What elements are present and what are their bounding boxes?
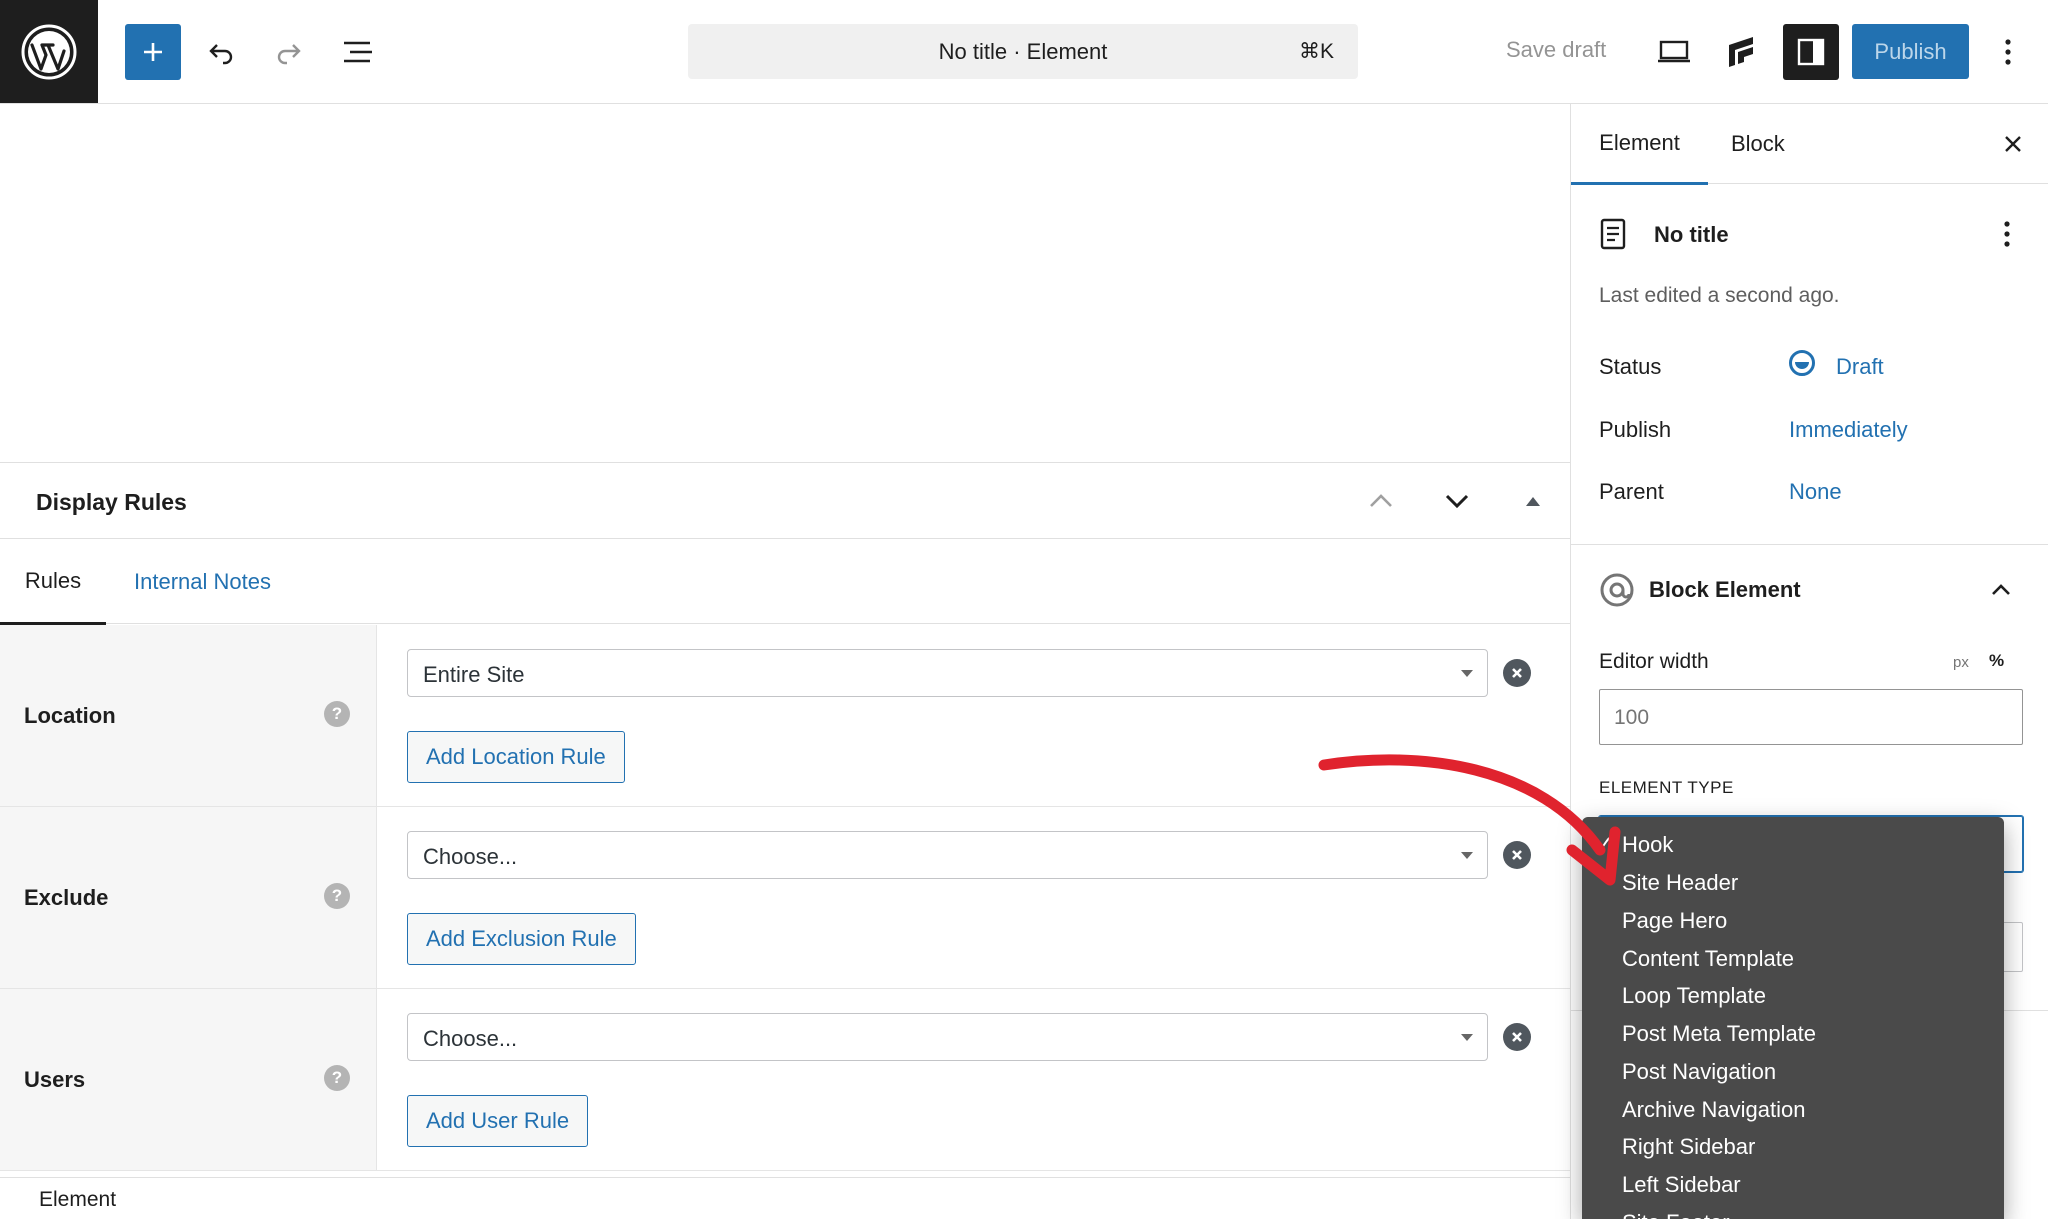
command-palette-bar[interactable]: No title · Element ⌘K bbox=[688, 24, 1358, 79]
add-user-rule-button[interactable]: Add User Rule bbox=[407, 1095, 589, 1147]
redo-button[interactable] bbox=[261, 24, 317, 80]
option-page-hero[interactable]: Page Hero bbox=[1622, 908, 1727, 934]
unit-px-toggle[interactable]: px bbox=[1953, 654, 1969, 671]
block-element-title: Block Element bbox=[1649, 577, 1801, 602]
dropdown-caret-icon bbox=[1461, 1034, 1473, 1041]
rules-tabs: Rules Internal Notes bbox=[0, 540, 1570, 625]
triangle-up-icon bbox=[1526, 497, 1540, 506]
option-archive-navigation[interactable]: Archive Navigation bbox=[1622, 1097, 1805, 1123]
remove-rule-icon[interactable] bbox=[1503, 1023, 1531, 1051]
select-value: Choose... bbox=[423, 844, 518, 869]
tab-rules[interactable]: Rules bbox=[0, 540, 106, 625]
undo-button[interactable] bbox=[193, 24, 249, 80]
tab-block[interactable]: Block bbox=[1731, 104, 1785, 184]
chevron-up-icon bbox=[1992, 584, 2010, 595]
option-site-header[interactable]: Site Header bbox=[1622, 870, 1738, 896]
document-overview-button[interactable] bbox=[330, 24, 386, 80]
settings-sidebar-icon bbox=[1797, 38, 1825, 66]
option-left-sidebar[interactable]: Left Sidebar bbox=[1622, 1172, 1741, 1198]
draft-status-icon bbox=[1789, 350, 1815, 376]
move-up-button[interactable] bbox=[1357, 477, 1405, 525]
rule-label-cell: Users ? bbox=[0, 989, 377, 1170]
view-button[interactable] bbox=[1646, 24, 1702, 80]
generatepress-icon bbox=[1729, 37, 1753, 67]
breadcrumb[interactable]: Element bbox=[39, 1188, 116, 1212]
option-right-sidebar[interactable]: Right Sidebar bbox=[1622, 1134, 1755, 1160]
rule-label: Users bbox=[24, 1067, 86, 1092]
option-post-meta-template[interactable]: Post Meta Template bbox=[1622, 1021, 1816, 1047]
collapse-block-element-button[interactable] bbox=[1981, 570, 2021, 610]
rule-label: Exclude bbox=[24, 885, 109, 910]
block-element-icon bbox=[1600, 573, 1634, 607]
add-location-rule-button[interactable]: Add Location Rule bbox=[407, 731, 625, 783]
add-block-button[interactable] bbox=[125, 24, 181, 80]
desktop-view-icon bbox=[1658, 40, 1690, 63]
option-post-navigation[interactable]: Post Navigation bbox=[1622, 1059, 1776, 1085]
select-value: Entire Site bbox=[423, 662, 525, 687]
document-icon bbox=[1600, 218, 1626, 250]
editor-footer: Element bbox=[0, 1177, 1570, 1219]
status-label: Status bbox=[1599, 354, 1662, 379]
remove-rule-icon[interactable] bbox=[1503, 659, 1531, 687]
publish-button[interactable]: Publish bbox=[1852, 24, 1969, 79]
tab-internal-notes[interactable]: Internal Notes bbox=[134, 540, 271, 624]
editor-width-input[interactable]: 100 bbox=[1599, 689, 2023, 745]
move-down-button[interactable] bbox=[1433, 477, 1481, 525]
annotation-arrow-icon bbox=[1318, 754, 1621, 886]
status-value[interactable]: Draft bbox=[1836, 354, 1884, 380]
dropdown-caret-icon bbox=[1461, 670, 1473, 677]
settings-button[interactable] bbox=[1783, 24, 1839, 80]
publish-value[interactable]: Immediately bbox=[1789, 417, 1908, 443]
users-rule-row: Users ? Choose... Add User Rule bbox=[0, 989, 1570, 1171]
chevron-up-icon bbox=[1370, 494, 1392, 507]
option-loop-template[interactable]: Loop Template bbox=[1622, 983, 1766, 1009]
help-icon[interactable]: ? bbox=[324, 883, 350, 909]
add-exclusion-rule-button[interactable]: Add Exclusion Rule bbox=[407, 913, 636, 965]
panel-title: Display Rules bbox=[36, 489, 187, 515]
parent-label: Parent bbox=[1599, 479, 1664, 504]
editor-width-label: Editor width bbox=[1599, 650, 1709, 673]
publish-label: Publish bbox=[1599, 417, 1672, 442]
collapse-panel-button[interactable] bbox=[1509, 477, 1557, 525]
list-view-icon bbox=[344, 41, 372, 63]
users-select[interactable]: Choose... bbox=[407, 1013, 1488, 1061]
sidebar-tabs: Element Block bbox=[1571, 104, 2048, 185]
help-icon[interactable]: ? bbox=[324, 1065, 350, 1091]
element-type-dropdown[interactable]: ✓ Hook Site Header Page Hero Content Tem… bbox=[1582, 817, 2004, 1219]
plus-icon bbox=[144, 43, 162, 61]
undo-icon bbox=[209, 44, 233, 65]
editor-width-value: 100 bbox=[1614, 706, 1650, 729]
document-title-label: No title bbox=[1654, 222, 1729, 247]
rule-label-cell: Exclude ? bbox=[0, 807, 377, 988]
unit-percent-toggle[interactable]: % bbox=[1989, 651, 2004, 671]
editor-toolbar: No title · Element ⌘K Save draft Publish bbox=[0, 0, 2048, 104]
redo-icon bbox=[277, 44, 301, 65]
divider bbox=[1571, 544, 2048, 545]
document-title: No title · Element bbox=[938, 39, 1108, 64]
document-actions-button[interactable] bbox=[1989, 214, 2025, 254]
chevron-down-icon bbox=[1445, 494, 1469, 509]
parent-value[interactable]: None bbox=[1789, 479, 1842, 505]
option-content-template[interactable]: Content Template bbox=[1622, 946, 1794, 972]
rule-label: Location bbox=[24, 703, 116, 728]
select-value: Choose... bbox=[423, 1026, 518, 1051]
option-site-footer[interactable]: Site Footer bbox=[1622, 1210, 1730, 1219]
save-draft-button[interactable]: Save draft bbox=[1506, 37, 1606, 63]
close-icon bbox=[2005, 136, 2021, 152]
panel-header: Display Rules bbox=[0, 463, 1570, 539]
generatepress-button[interactable] bbox=[1714, 24, 1770, 80]
wordpress-logo-icon[interactable] bbox=[0, 0, 98, 103]
rule-label-cell: Location ? bbox=[0, 625, 377, 806]
close-sidebar-button[interactable] bbox=[1995, 126, 2031, 162]
command-shortcut: ⌘K bbox=[1298, 40, 1334, 63]
options-button[interactable] bbox=[1980, 24, 2036, 80]
editor-canvas[interactable] bbox=[0, 104, 1570, 462]
location-select[interactable]: Entire Site bbox=[407, 649, 1488, 697]
help-icon[interactable]: ? bbox=[324, 701, 350, 727]
last-edited-text: Last edited a second ago. bbox=[1599, 284, 1840, 307]
more-vertical-icon bbox=[2004, 221, 2010, 247]
tab-element[interactable]: Element bbox=[1571, 104, 1708, 185]
more-vertical-icon bbox=[2005, 39, 2011, 65]
